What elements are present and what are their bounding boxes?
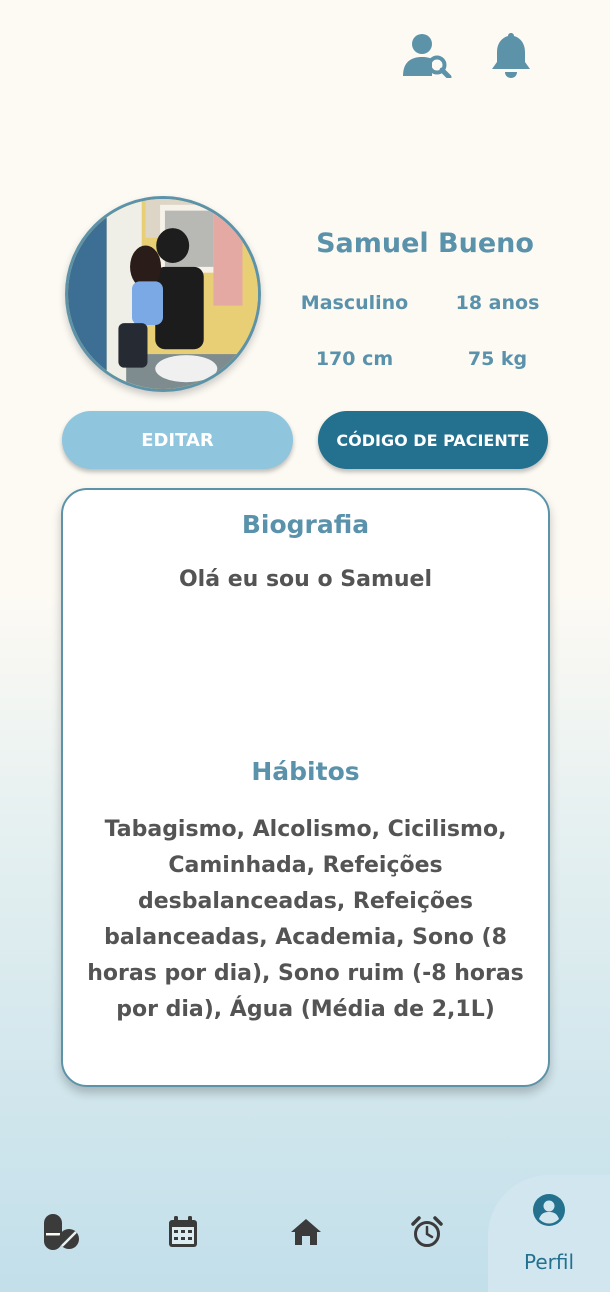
alarm-clock-icon xyxy=(411,1216,443,1252)
habits-text: Tabagismo, Alcolismo, Cicilismo, Caminha… xyxy=(87,817,524,1022)
calendar-icon xyxy=(168,1216,198,1252)
profile-card: Biografia Olá eu sou o Samuel Hábitos Ta… xyxy=(61,488,550,1087)
profile-name: Samuel Bueno xyxy=(316,228,534,259)
patient-code-button[interactable]: CÓDIGO DE PACIENTE xyxy=(318,411,548,469)
nav-item-calendar[interactable] xyxy=(158,1209,208,1259)
age-value: 18 anos xyxy=(455,292,540,314)
nav-item-alarm[interactable] xyxy=(402,1209,452,1259)
biography-text: Olá eu sou o Samuel xyxy=(178,567,433,592)
gender-value: Masculino xyxy=(300,292,409,314)
pills-icon xyxy=(41,1213,81,1255)
height-value: 170 cm xyxy=(315,348,394,370)
nav-item-profile[interactable]: Perfil xyxy=(488,1175,610,1292)
weight-value: 75 kg xyxy=(467,348,528,370)
profile-avatar xyxy=(65,196,261,392)
search-user-icon[interactable] xyxy=(402,30,452,80)
user-icon xyxy=(532,1193,566,1227)
nav-item-home[interactable] xyxy=(281,1209,331,1259)
nav-item-medications[interactable] xyxy=(36,1209,86,1259)
nav-label-profile: Perfil xyxy=(523,1250,575,1274)
habits-title: Hábitos xyxy=(251,757,360,786)
home-icon xyxy=(290,1218,322,1250)
biography-title: Biografia xyxy=(241,510,370,539)
bell-icon[interactable] xyxy=(486,30,536,80)
top-actions xyxy=(402,30,536,80)
edit-button[interactable]: EDITAR xyxy=(62,411,293,469)
bottom-nav: Perfil xyxy=(0,1175,610,1292)
